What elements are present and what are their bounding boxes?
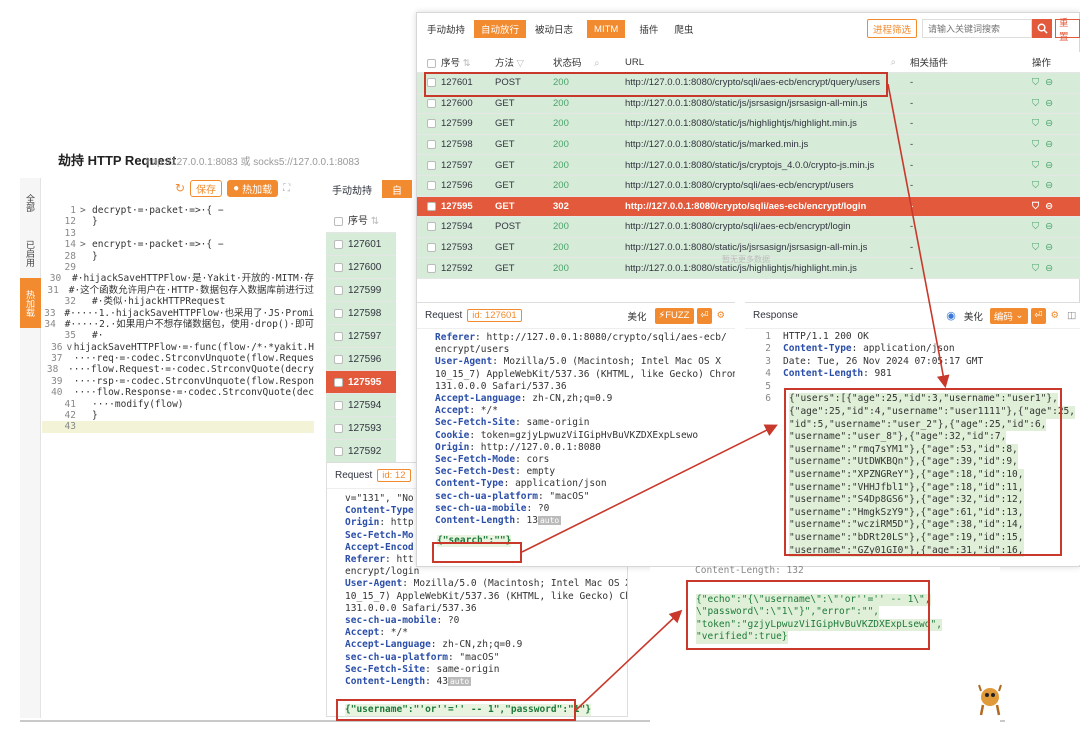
annotation-arrows: [521, 83, 950, 711]
